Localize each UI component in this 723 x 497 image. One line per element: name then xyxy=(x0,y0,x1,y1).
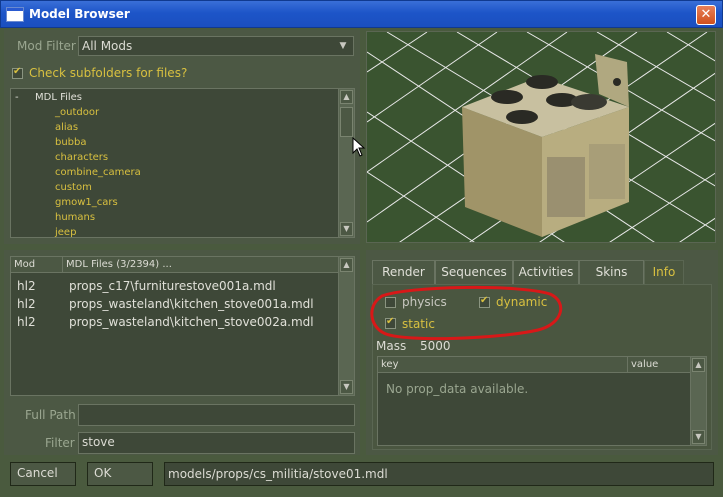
scroll-up-icon[interactable]: ▲ xyxy=(340,258,353,272)
tree-item[interactable]: jeep xyxy=(55,227,76,238)
tree-scrollbar[interactable]: ▲ ▼ xyxy=(338,89,354,237)
tree-item[interactable]: humans xyxy=(55,212,95,223)
scroll-down-icon[interactable]: ▼ xyxy=(340,380,353,394)
ok-button[interactable]: OK xyxy=(87,462,153,486)
annotation-circle xyxy=(370,285,563,341)
scroll-down-icon[interactable]: ▼ xyxy=(692,430,705,444)
close-icon: ✕ xyxy=(700,7,712,22)
full-path-label: Full Path xyxy=(25,408,76,422)
model-path-field[interactable]: models/props/cs_militia/stove01.mdl xyxy=(164,462,714,486)
tree-item[interactable]: gmow1_cars xyxy=(55,197,118,208)
stove-icon xyxy=(462,54,629,237)
mouse-cursor-icon xyxy=(352,137,366,157)
col-header-mod[interactable]: Mod xyxy=(11,257,63,273)
row-path: props_wasteland\kitchen_stove002a.mdl xyxy=(69,315,314,329)
prop-data-table[interactable]: key value No prop_data available. ▲ ▼ xyxy=(377,356,707,446)
files-scrollbar[interactable]: ▲ ▼ xyxy=(338,257,354,395)
prop-data-scrollbar[interactable]: ▲ ▼ xyxy=(690,357,706,445)
cancel-button[interactable]: Cancel xyxy=(10,462,76,486)
mass-value: 5000 xyxy=(420,339,451,353)
folder-tree[interactable]: - MDL Files _outdoor alias bubba charact… xyxy=(10,88,355,238)
tab-activities[interactable]: Activities xyxy=(513,260,579,284)
subfolders-label: Check subfolders for files? xyxy=(29,66,188,80)
mass-label: Mass xyxy=(376,339,407,353)
close-button[interactable]: ✕ xyxy=(696,5,716,25)
tab-skins[interactable]: Skins xyxy=(579,260,644,284)
filter-label: Filter xyxy=(45,436,75,450)
row-mod: hl2 xyxy=(17,297,36,311)
subfolders-checkbox[interactable] xyxy=(12,66,23,79)
row-path: props_c17\furniturestove001a.mdl xyxy=(69,279,276,293)
tab-info[interactable]: Info xyxy=(644,260,684,284)
row-mod: hl2 xyxy=(17,315,36,329)
col-header-value[interactable]: value xyxy=(628,357,692,373)
col-header-key[interactable]: key xyxy=(378,357,628,373)
tree-root-label[interactable]: MDL Files xyxy=(35,92,82,103)
model-viewport[interactable] xyxy=(366,31,716,243)
col-header-files[interactable]: MDL Files (3/2394) ... xyxy=(63,257,339,273)
filter-input[interactable]: stove xyxy=(78,432,355,454)
tree-item[interactable]: custom xyxy=(55,182,92,193)
scroll-up-icon[interactable]: ▲ xyxy=(340,90,353,104)
empty-message: No prop_data available. xyxy=(386,382,529,396)
mod-filter-label: Mod Filter xyxy=(17,39,76,53)
tab-sequences[interactable]: Sequences xyxy=(435,260,513,284)
tree-item[interactable]: _outdoor xyxy=(55,107,99,118)
files-list[interactable]: Mod MDL Files (3/2394) ... hl2 props_c17… xyxy=(10,256,355,396)
window-icon xyxy=(6,7,24,22)
full-path-input[interactable] xyxy=(78,404,355,426)
mod-filter-combo[interactable]: All Mods ▼ xyxy=(78,36,354,56)
window-title: Model Browser xyxy=(29,7,130,21)
scroll-down-icon[interactable]: ▼ xyxy=(340,222,353,236)
chevron-down-icon[interactable]: ▼ xyxy=(336,37,350,55)
row-path: props_wasteland\kitchen_stove001a.mdl xyxy=(69,297,314,311)
tree-item[interactable]: characters xyxy=(55,152,108,163)
tree-item[interactable]: alias xyxy=(55,122,78,133)
mod-filter-value: All Mods xyxy=(82,39,133,53)
scroll-up-icon[interactable]: ▲ xyxy=(692,358,705,372)
tab-render[interactable]: Render xyxy=(372,260,435,284)
title-bar: Model Browser ✕ xyxy=(0,0,723,28)
tree-item[interactable]: combine_camera xyxy=(55,167,141,178)
row-mod: hl2 xyxy=(17,279,36,293)
tree-toggle[interactable]: - xyxy=(15,92,19,103)
model-preview xyxy=(367,32,715,242)
tree-item[interactable]: bubba xyxy=(55,137,87,148)
scroll-thumb[interactable] xyxy=(340,107,353,137)
